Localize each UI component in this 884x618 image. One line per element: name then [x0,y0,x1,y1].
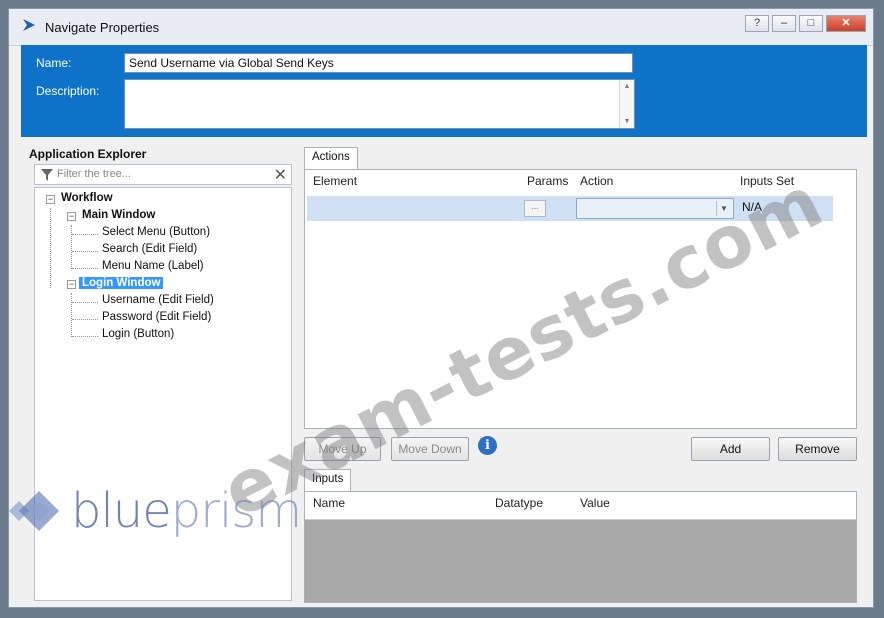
help-button[interactable]: ? [745,15,769,32]
logo-blue: blue [71,483,172,539]
column-name: Name [313,496,346,510]
filter-icon [41,169,53,181]
blueprism-logo-icon [9,491,59,531]
tree-node-login-button[interactable]: Login (Button) [102,328,174,340]
tree-connector [72,268,98,269]
tree-node-search[interactable]: Search (Edit Field) [102,243,197,255]
scroll-up-icon[interactable]: ▲ [620,83,634,90]
collapse-workflow-icon[interactable]: − [46,195,55,204]
tree-connector [71,225,72,269]
blueprism-logo-text: blueprism [71,483,302,539]
name-label: Name: [36,56,72,70]
column-params: Params [527,174,569,188]
description-scrollbar[interactable]: ▲ ▼ [619,80,634,128]
title-bar: Navigate Properties ? – □ ✕ [9,9,873,46]
collapse-login-window-icon[interactable]: − [67,280,76,289]
tree-node-workflow[interactable]: Workflow [61,192,113,204]
inputs-header: Name Datatype Value [305,492,856,520]
tree-node-main-window[interactable]: Main Window [82,209,155,221]
logo-prism: prism [170,483,302,539]
params-button[interactable]: ... [524,200,546,217]
scroll-down-icon[interactable]: ▼ [620,118,634,125]
navigate-properties-window: Navigate Properties ? – □ ✕ Name: Send U… [8,8,874,608]
tree-node-password[interactable]: Password (Edit Field) [102,311,211,323]
column-element: Element [313,174,358,188]
remove-button[interactable]: Remove [778,437,857,461]
name-field[interactable]: Send Username via Global Send Keys [124,53,633,73]
tree-connector [72,302,98,303]
tree-node-username[interactable]: Username (Edit Field) [102,294,214,306]
tree-connector [72,251,98,252]
inputs-grid: Name Datatype Value [304,491,857,603]
filter-placeholder: Filter the tree... [57,168,131,180]
add-button[interactable]: Add [691,437,770,461]
tree-node-login-window[interactable]: Login Window [79,277,164,289]
tree-connector [50,208,51,288]
tree-node-menu-name[interactable]: Menu Name (Label) [102,260,204,272]
tree-connector [72,336,98,337]
tab-actions[interactable]: Actions [304,147,358,169]
description-label: Description: [36,84,100,98]
column-value: Value [580,496,610,510]
blueprism-app-icon [23,19,35,31]
close-button[interactable]: ✕ [826,15,866,32]
column-action: Action [580,174,614,188]
properties-header-panel: Name: Send Username via Global Send Keys… [21,45,867,137]
tree-connector [72,234,98,235]
column-datatype: Datatype [495,496,544,510]
tree-connector [72,319,98,320]
clear-filter-icon[interactable]: ✕ [274,165,287,185]
window-title: Navigate Properties [45,20,160,35]
application-explorer-title: Application Explorer [29,147,147,161]
tree-filter-input[interactable]: Filter the tree... ✕ [34,164,292,185]
info-icon[interactable]: i [478,436,497,455]
tree-connector [71,293,72,337]
minimize-button[interactable]: – [772,15,796,32]
maximize-button[interactable]: □ [799,15,823,32]
tree-node-select-menu[interactable]: Select Menu (Button) [102,226,210,238]
description-field[interactable]: ▲ ▼ [124,79,635,129]
collapse-main-window-icon[interactable]: − [67,212,76,221]
